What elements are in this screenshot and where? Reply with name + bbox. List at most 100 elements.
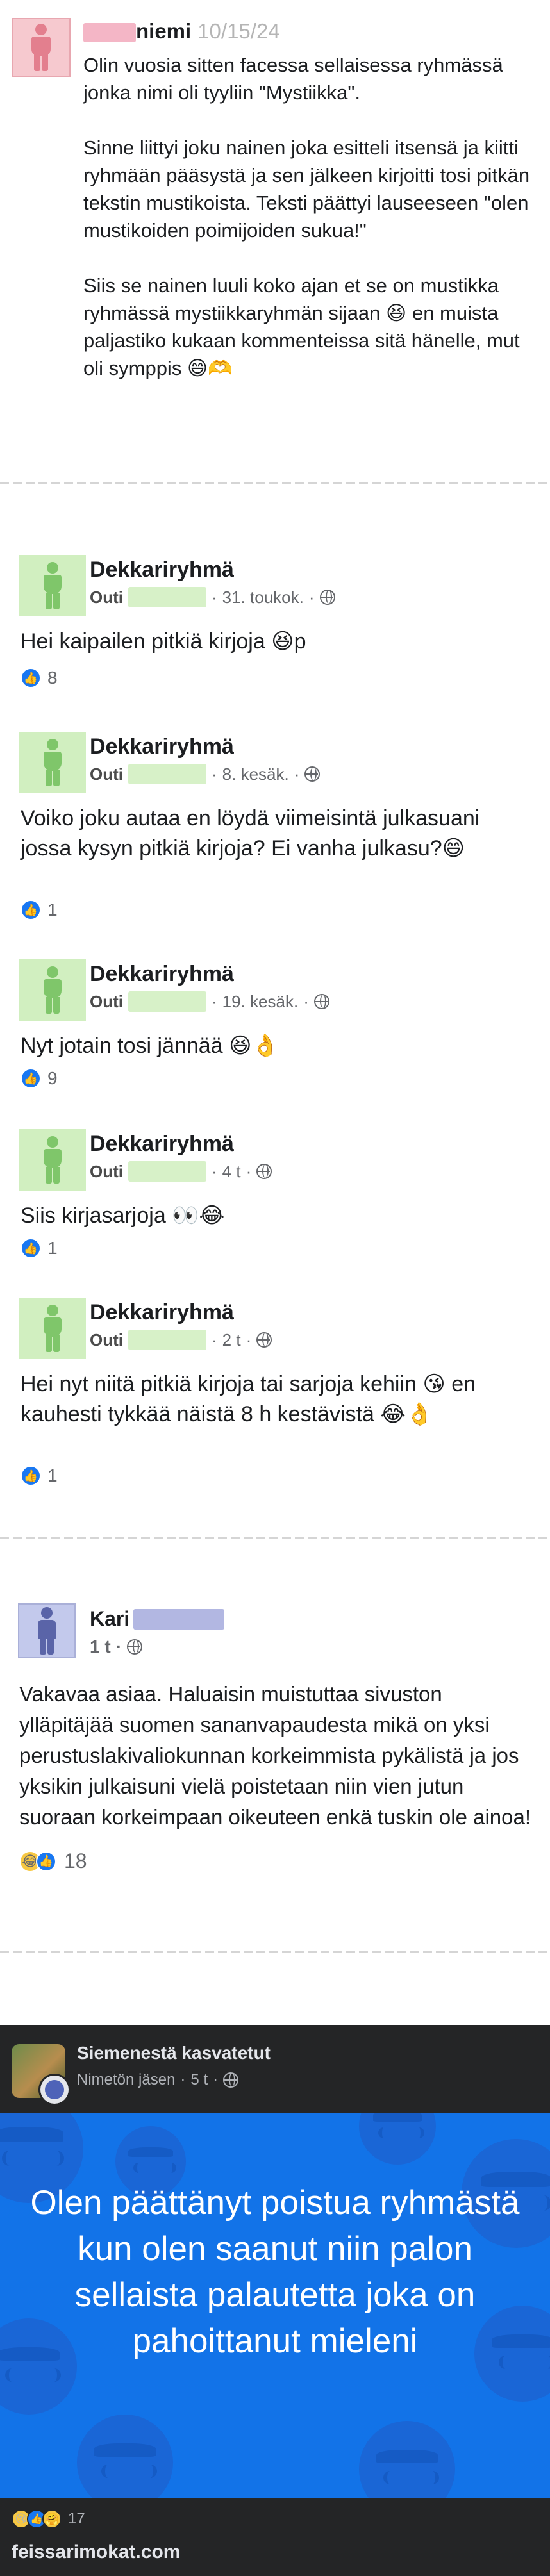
avatar[interactable]: [19, 1129, 86, 1191]
post-meta: Outi · 8. kesäk. ·: [90, 764, 321, 784]
care-hug-icon: 🤗: [42, 2509, 62, 2529]
incognito-ghost-icon: [45, 2080, 64, 2099]
author-name-row: Kari: [90, 1607, 225, 1631]
post-time[interactable]: 5 t: [190, 2071, 208, 2089]
globe-icon: [127, 1639, 143, 1655]
post-header: niemi 10/15/24: [83, 19, 280, 44]
incognito-ghost-icon: [77, 2415, 173, 2498]
post-time[interactable]: 2 t: [222, 1330, 241, 1350]
post-time[interactable]: 31. toukok.: [222, 588, 304, 607]
reaction-summary[interactable]: 👍 9: [21, 1068, 58, 1089]
group-post: Dekkariryhmä Outi · 4 t · Siis kirjasarjoja…: [0, 1129, 550, 1270]
globe-icon: [319, 590, 335, 605]
anonymous-post-card[interactable]: Olen päättänyt poistua ryhmästä kun olen…: [0, 2113, 550, 2498]
author-name[interactable]: Outi: [90, 1162, 123, 1182]
name-redaction: [128, 1330, 206, 1350]
paragraph: Siis se nainen luuli koko ajan et se on …: [83, 274, 520, 379]
person-silhouette-icon: [41, 1136, 64, 1184]
author-name[interactable]: Outi: [90, 764, 123, 784]
paragraph: Olin vuosia sitten facessa sellaisessa r…: [83, 54, 503, 104]
globe-icon: [256, 1164, 272, 1179]
group-name[interactable]: Dekkariryhmä: [90, 557, 234, 582]
thumbs-up-icon: 👍: [21, 668, 41, 688]
name-redaction: [133, 1608, 225, 1630]
section-divider: [0, 482, 550, 484]
reaction-count: 9: [47, 1068, 58, 1088]
reaction-summary[interactable]: 👍 8: [21, 668, 58, 688]
thumbs-up-icon: 👍: [36, 1851, 56, 1872]
post-text: Voiko joku autaa en löydä viimeisintä ju…: [21, 806, 480, 861]
post-time[interactable]: 1 t: [90, 1637, 111, 1657]
post-text: Hei nyt niitä pitkiä kirjoja tai sarjoja…: [21, 1372, 476, 1426]
watermark: feissarimokat.com: [12, 2541, 181, 2563]
paragraph: Sinne liittyi joku nainen joka esitteli …: [83, 136, 530, 242]
incognito-ghost-icon: [359, 2113, 436, 2165]
group-name[interactable]: Dekkariryhmä: [90, 962, 234, 987]
post-message: Olen päättänyt poistua ryhmästä kun olen…: [30, 2184, 520, 2360]
globe-icon: [304, 766, 321, 782]
comment-post-kari: Kari 1 t · Vakavaa asiaa. Haluaisin muist…: [0, 1538, 550, 1948]
post-meta: Outi · 2 t ·: [90, 1330, 272, 1350]
post-header-bar: Siemenestä kasvatetut Nimetön jäsen · 5 t ·: [0, 2025, 550, 2113]
avatar[interactable]: [12, 18, 71, 77]
globe-icon: [256, 1332, 272, 1348]
thumbs-up-icon: 👍: [21, 1068, 41, 1089]
person-silhouette-icon: [41, 966, 64, 1014]
post-text: Siis kirjasarjoja 👀😂: [21, 1203, 225, 1228]
author-name[interactable]: Nimetön jäsen: [77, 2071, 175, 2089]
globe-icon: [313, 994, 329, 1009]
group-name[interactable]: Dekkariryhmä: [90, 1132, 234, 1157]
person-silhouette-icon: [41, 739, 64, 786]
group-post: Dekkariryhmä Outi · 19. kesäk. · Nyt jotain…: [0, 959, 550, 1100]
reaction-count: 18: [64, 1849, 87, 1872]
reaction-count: 8: [47, 668, 58, 688]
post-text: Hei kaipailen pitkiä kirjoja 😆p: [21, 629, 306, 654]
name-redaction: [128, 991, 206, 1012]
post-footer-bar: 😢 👍 🤗 17 feissarimokat.com: [0, 2498, 550, 2576]
reaction-count: 1: [47, 1466, 58, 1485]
reaction-count: 1: [47, 900, 58, 920]
reaction-summary[interactable]: 👍 1: [21, 1466, 58, 1486]
name-redaction: [83, 23, 136, 43]
person-silhouette-icon: [29, 24, 53, 71]
post-date: 10/15/24: [197, 19, 280, 43]
avatar[interactable]: [18, 1603, 76, 1658]
avatar[interactable]: [19, 555, 86, 616]
name-redaction: [128, 1161, 206, 1182]
group-name[interactable]: Siemenestä kasvatetut: [77, 2043, 271, 2063]
post-meta: Outi · 4 t ·: [90, 1161, 272, 1182]
comment-post-1: niemi 10/15/24 Olin vuosia sitten facessa…: [0, 0, 550, 481]
reaction-summary[interactable]: 👍 1: [21, 900, 58, 920]
group-post: Dekkariryhmä Outi · 2 t · Hei nyt niitä pit…: [0, 1298, 550, 1490]
incognito-ghost-icon: [359, 2421, 455, 2498]
author-name[interactable]: Outi: [90, 588, 123, 607]
reaction-count: 17: [68, 2510, 85, 2527]
name-redaction: [128, 764, 206, 784]
reaction-summary[interactable]: 😂 👍 18: [19, 1849, 87, 1873]
reaction-count: 1: [47, 1238, 58, 1258]
post-meta: 1 t ·: [90, 1637, 143, 1657]
author-name[interactable]: niemi: [136, 19, 191, 43]
post-body: Olin vuosia sitten facessa sellaisessa r…: [83, 51, 532, 409]
avatar[interactable]: [19, 1298, 86, 1359]
globe-icon: [223, 2072, 239, 2088]
post-text: Nyt jotain tosi jännää 😆👌: [21, 1034, 279, 1058]
post-text: Vakavaa asiaa. Haluaisin muistuttaa sivu…: [19, 1682, 531, 1829]
avatar[interactable]: [19, 732, 86, 793]
group-post: Dekkariryhmä Outi · 8. kesäk. · Voiko joku …: [0, 732, 550, 924]
anonymous-member-avatar[interactable]: [38, 2074, 71, 2106]
post-time[interactable]: 4 t: [222, 1162, 241, 1182]
post-time[interactable]: 19. kesäk.: [222, 992, 299, 1012]
group-name[interactable]: Dekkariryhmä: [90, 734, 234, 759]
section-divider: [0, 1951, 550, 1953]
post-time[interactable]: 8. kesäk.: [222, 764, 289, 784]
person-silhouette-icon: [35, 1607, 58, 1655]
person-silhouette-icon: [41, 1305, 64, 1352]
reaction-summary[interactable]: 😢 👍 🤗 17: [12, 2509, 85, 2529]
author-name[interactable]: Outi: [90, 1330, 123, 1350]
author-name[interactable]: Outi: [90, 992, 123, 1012]
group-name[interactable]: Dekkariryhmä: [90, 1300, 234, 1325]
reaction-summary[interactable]: 👍 1: [21, 1238, 58, 1259]
avatar[interactable]: [19, 959, 86, 1021]
author-name[interactable]: Kari: [90, 1607, 129, 1631]
